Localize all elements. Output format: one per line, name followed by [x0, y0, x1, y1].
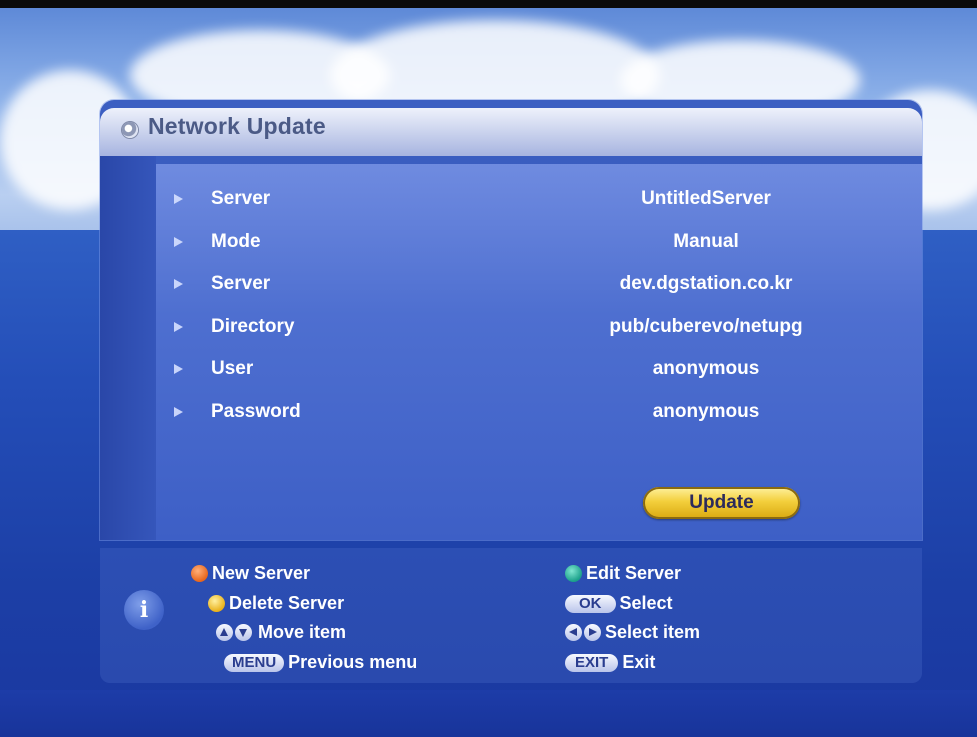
green-button-icon [565, 565, 582, 582]
setting-label: Server [211, 273, 271, 294]
help-previous-menu: MENU Previous menu [224, 652, 417, 673]
setting-value: anonymous [652, 401, 760, 422]
settings-row-server-name[interactable]: Server UntitledServer [156, 182, 922, 218]
help-menu-label: Previous menu [288, 652, 418, 672]
top-border [0, 0, 977, 8]
info-icon: i [124, 590, 164, 630]
setting-label: User [211, 358, 254, 379]
row-arrow-icon [174, 407, 183, 417]
setting-value: UntitledServer [641, 188, 771, 209]
row-arrow-icon [174, 364, 183, 374]
row-arrow-icon [174, 194, 183, 204]
setting-label: Server [211, 188, 271, 209]
left-strip [100, 156, 156, 540]
yellow-button-icon [208, 595, 225, 612]
down-arrow-icon [235, 624, 252, 641]
up-arrow-icon [216, 624, 233, 641]
settings-row-directory[interactable]: Directory pub/cuberevo/netupg [156, 310, 922, 346]
help-select-item-label: Select item [605, 622, 701, 642]
help-exit-label: Exit [622, 652, 656, 672]
title-bullet-icon [122, 122, 138, 138]
setting-label: Mode [211, 231, 261, 252]
right-arrow-icon [584, 624, 601, 641]
setting-label: Directory [211, 316, 295, 337]
ok-key-icon: OK [565, 594, 616, 613]
help-ok-select: OK Select [565, 593, 673, 614]
left-arrow-icon [565, 624, 582, 641]
help-delete-server-label: Delete Server [229, 593, 345, 613]
setting-label: Password [211, 401, 301, 422]
row-arrow-icon [174, 279, 183, 289]
help-new-server: New Server [191, 563, 310, 584]
help-ok-label: Select [619, 593, 673, 613]
page-title: Network Update [148, 113, 326, 139]
help-edit-server-label: Edit Server [586, 563, 682, 583]
exit-key-icon: EXIT [565, 653, 619, 672]
row-arrow-icon [174, 237, 183, 247]
help-select-item: Select item [565, 622, 700, 643]
help-edit-server: Edit Server [565, 563, 681, 584]
help-exit: EXIT Exit [565, 652, 655, 673]
help-delete-server: Delete Server [208, 593, 344, 614]
settings-row-user[interactable]: User anonymous [156, 352, 922, 388]
sea-bottom [0, 690, 977, 737]
update-button[interactable]: Update [643, 487, 800, 519]
settings-row-password[interactable]: Password anonymous [156, 395, 922, 431]
help-new-server-label: New Server [212, 563, 311, 583]
menu-key-icon: MENU [224, 653, 285, 672]
help-move-label: Move item [258, 622, 347, 642]
setting-value: Manual [673, 231, 739, 252]
row-arrow-icon [174, 322, 183, 332]
setting-value: anonymous [652, 358, 760, 379]
red-button-icon [191, 565, 208, 582]
settings-row-mode[interactable]: Mode Manual [156, 225, 922, 261]
setting-value: dev.dgstation.co.kr [619, 273, 793, 294]
help-move-item: Move item [216, 622, 346, 643]
setting-value: pub/cuberevo/netupg [609, 316, 803, 337]
settings-row-server-address[interactable]: Server dev.dgstation.co.kr [156, 267, 922, 303]
